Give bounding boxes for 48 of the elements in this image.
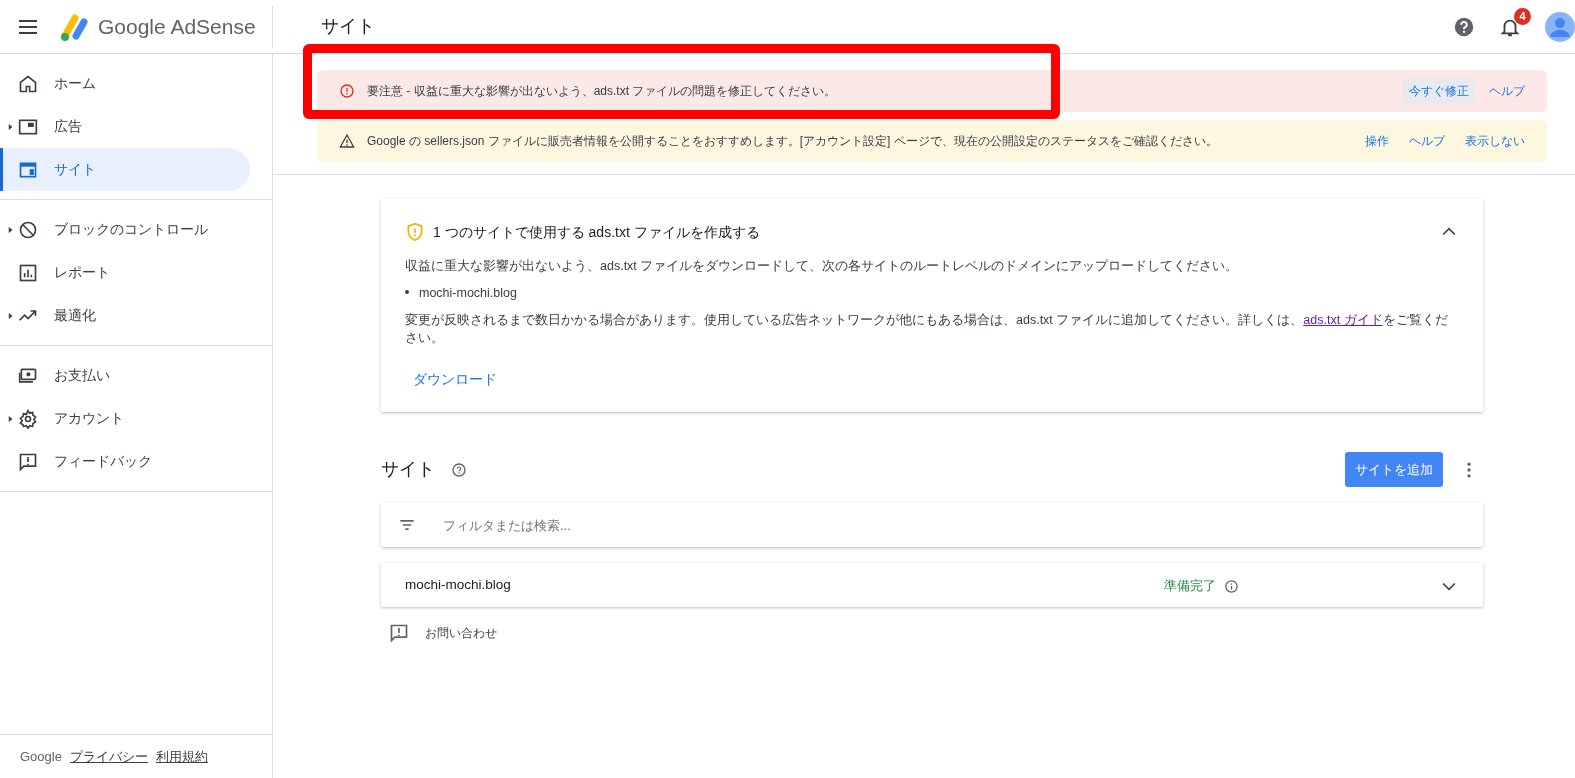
error-icon <box>339 83 355 99</box>
feedback-icon <box>389 623 409 644</box>
site-name: mochi-mochi.blog <box>405 576 511 595</box>
bar-chart-icon <box>18 262 38 283</box>
sidebar-item[interactable]: レポート <box>0 251 250 294</box>
help-icon[interactable] <box>1453 15 1475 38</box>
sidebar-item[interactable]: 最適化 <box>0 294 250 337</box>
gear-icon <box>18 408 38 429</box>
contact-link[interactable]: お問い合わせ <box>425 624 497 643</box>
google-wordmark: Google <box>20 747 62 766</box>
download-button[interactable]: ダウンロード <box>405 362 505 396</box>
footer-link[interactable]: 利用規約 <box>155 746 208 766</box>
shield-alert-icon <box>405 222 425 242</box>
alert-action[interactable]: 表示しない <box>1459 128 1531 154</box>
alert-action[interactable]: 操作 <box>1359 128 1395 154</box>
info-icon <box>1224 578 1239 594</box>
sidebar-item[interactable]: ブロックのコントロール <box>0 208 250 251</box>
site-row[interactable]: mochi-mochi.blog 準備完了 <box>381 563 1483 608</box>
notification-count: 4 <box>1514 7 1531 25</box>
alert-action[interactable]: ヘルプ <box>1483 78 1531 104</box>
alert-action[interactable]: 今すぐ修正 <box>1403 78 1475 104</box>
add-site-button[interactable]: サイトを追加 <box>1345 451 1443 488</box>
alert-action[interactable]: ヘルプ <box>1403 128 1451 154</box>
sidebar-item[interactable]: お支払い <box>0 354 250 397</box>
card-note: 変更が反映されるまで数日かかる場合があります。使用している広告ネットワークが他にもある場合は、ads.txt ファイルに追加してください。詳しくは、ads.txt ガイド をご覧ください。 <box>405 311 1449 347</box>
alert-message: Google の sellers.json ファイルに販売者情報を公開することをおすすめします。[アカウント設定] ページで、現在の公開設定のステータスをご確認ください。 <box>367 133 1218 150</box>
sidebar-item[interactable]: アカウント <box>0 397 250 440</box>
product-name: Google AdSense <box>98 13 256 40</box>
footer-link[interactable]: プライバシー <box>69 746 148 766</box>
card-title: 1 つのサイトで使用する ads.txt ファイルを作成する <box>433 222 760 242</box>
help-outline-icon <box>451 462 467 479</box>
site-list-item: mochi-mochi.blog <box>419 285 517 300</box>
home-icon <box>18 73 38 94</box>
block-icon <box>18 219 38 240</box>
sidebar-item[interactable]: ホーム <box>0 62 250 105</box>
alert-message: 要注意 - 収益に重大な影響が出ないよう、ads.txt ファイルの問題を修正してください。 <box>367 83 837 100</box>
site-status: 準備完了 <box>1164 576 1216 595</box>
sidebar-item[interactable]: サイト <box>0 148 250 191</box>
sidebar-item[interactable]: フィードバック <box>0 440 250 483</box>
page-title: サイト <box>321 15 375 38</box>
avatar-icon[interactable] <box>1545 11 1575 42</box>
card-intro: 収益に重大な影響が出ないよう、ads.txt ファイルをダウンロードして、次の各サイトのルートレベルのドメインにアップロードしてください。 <box>405 258 1240 275</box>
guide-link[interactable]: ads.txt ガイド <box>1303 312 1383 327</box>
section-title: サイト <box>381 458 435 481</box>
bullet-icon <box>405 290 409 295</box>
warning-icon <box>339 133 355 149</box>
sidebar-item[interactable]: 広告 <box>0 105 250 148</box>
feedback-icon <box>18 451 38 472</box>
